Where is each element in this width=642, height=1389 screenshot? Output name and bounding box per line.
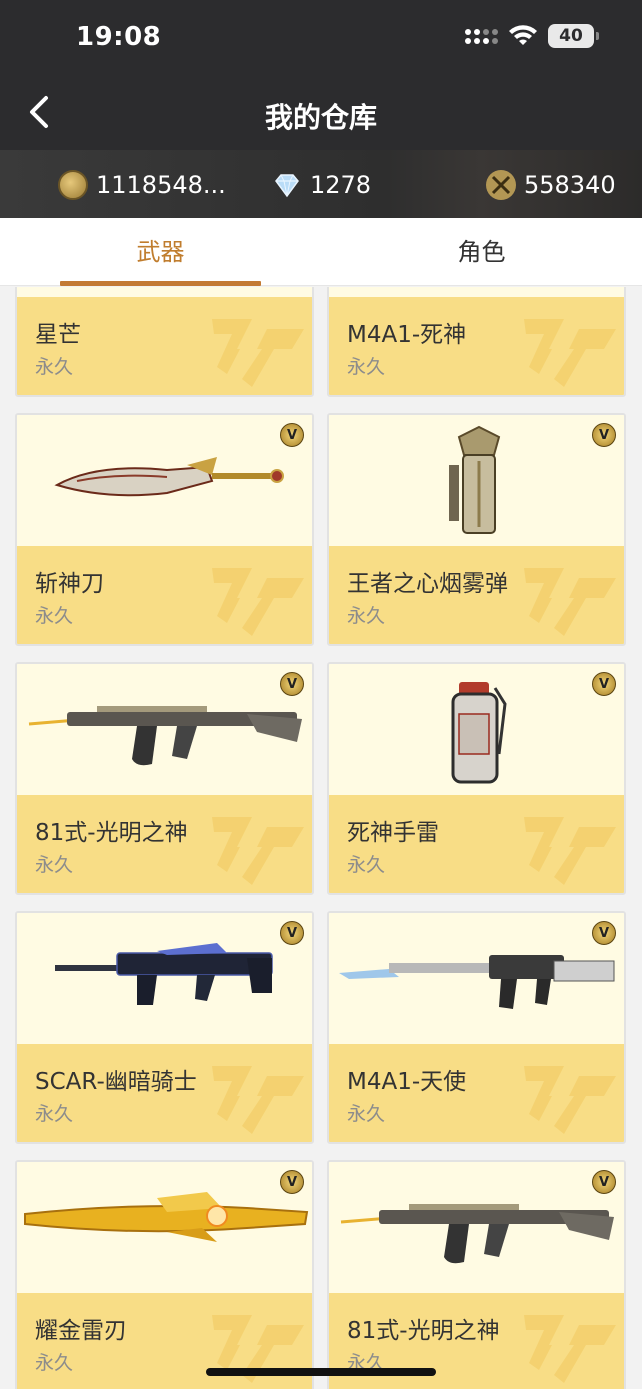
points-balance: 558340 (486, 170, 616, 200)
item-name: 81式-光明之神 (347, 1318, 500, 1344)
v-badge-icon: V (592, 921, 616, 945)
item-duration: 永久 (35, 854, 74, 876)
item-card[interactable]: V 81式-光明之神 永久 (15, 662, 314, 895)
v-badge-icon: V (280, 921, 304, 945)
diamond-icon (275, 174, 299, 198)
grenade-icon (451, 682, 507, 784)
item-name: 死神手雷 (347, 820, 439, 846)
item-card[interactable]: 星芒 永久 (15, 287, 314, 397)
item-duration: 永久 (35, 1352, 74, 1374)
status-icons: 40 (465, 24, 599, 48)
item-name: 耀金雷刃 (35, 1318, 127, 1344)
item-name: 斩神刀 (35, 571, 104, 597)
tab-weapons[interactable]: 武器 (0, 218, 321, 286)
cf-logo-icon (212, 568, 304, 636)
page-title: 我的仓库 (264, 101, 377, 134)
points-value: 558340 (524, 171, 616, 199)
item-duration: 永久 (35, 605, 74, 627)
coin-icon (58, 170, 88, 200)
cf-logo-icon (524, 1066, 616, 1134)
cf-logo-icon (212, 319, 304, 387)
knife-icon (54, 457, 284, 497)
tab-bar: 武器 角色 (0, 218, 642, 286)
item-card[interactable]: V M4A1-天使 永久 (327, 911, 626, 1144)
item-card[interactable]: V 王者之心烟雾弹 永久 (327, 413, 626, 646)
item-card[interactable]: M4A1-死神 永久 (327, 287, 626, 397)
cf-logo-icon (212, 1066, 304, 1134)
coin-balance: 1118548... (58, 170, 226, 200)
status-time: 19:08 (76, 22, 162, 52)
item-name: M4A1-死神 (347, 322, 467, 348)
v-badge-icon: V (280, 672, 304, 696)
cf-logo-icon (524, 319, 616, 387)
item-card[interactable]: V SCAR-幽暗骑士 永久 (15, 911, 314, 1144)
item-duration: 永久 (347, 605, 386, 627)
v-badge-icon: V (280, 1170, 304, 1194)
item-card[interactable]: V 81式-光明之神 永久 (327, 1160, 626, 1389)
item-card[interactable]: V 耀金雷刃 永久 (15, 1160, 314, 1389)
tab-characters[interactable]: 角色 (321, 218, 642, 286)
v-badge-icon: V (592, 672, 616, 696)
gold-blade-icon (24, 1192, 309, 1242)
item-duration: 永久 (347, 854, 386, 876)
item-card[interactable]: V 死神手雷 永久 (327, 662, 626, 895)
item-card[interactable]: V 斩神刀 永久 (15, 413, 314, 646)
tab-indicator (60, 281, 261, 286)
cf-logo-icon (524, 568, 616, 636)
item-name: SCAR-幽暗骑士 (35, 1069, 197, 1095)
coin-value: 1118548... (96, 171, 226, 199)
home-indicator[interactable] (206, 1368, 436, 1376)
cf-logo-icon (524, 817, 616, 885)
item-name: 王者之心烟雾弹 (347, 571, 508, 597)
rifle-silver-icon (339, 955, 615, 1009)
weapon-grid: 星芒 永久 M4A1-死神 永久 V 斩神刀 永久 V 王者之心烟雾弹 永久 V… (0, 287, 642, 1389)
diamond-balance: 1278 (272, 170, 371, 200)
crossed-swords-icon (486, 170, 516, 200)
cf-logo-icon (212, 817, 304, 885)
item-name: 81式-光明之神 (35, 820, 188, 846)
v-badge-icon: V (280, 423, 304, 447)
diamond-value: 1278 (310, 171, 372, 199)
battery-icon: 40 (548, 24, 599, 48)
wifi-icon (509, 25, 537, 45)
currency-bar: 1118548... 1278 558340 (0, 150, 642, 218)
item-duration: 永久 (35, 1103, 74, 1125)
cellular-signal-icon (465, 28, 498, 44)
rifle-icon (28, 706, 302, 766)
item-duration: 永久 (35, 356, 74, 378)
item-name: 星芒 (35, 322, 81, 348)
v-badge-icon: V (592, 423, 616, 447)
cf-logo-icon (524, 1315, 616, 1383)
item-name: M4A1-天使 (347, 1069, 467, 1095)
rifle-dark-icon (55, 943, 273, 1005)
smoke-grenade-icon (449, 425, 501, 534)
item-duration: 永久 (347, 1103, 386, 1125)
rifle-icon (340, 1204, 614, 1264)
item-duration: 永久 (347, 356, 386, 378)
app-header: 19:08 40 我的仓库 (0, 0, 642, 150)
v-badge-icon: V (592, 1170, 616, 1194)
